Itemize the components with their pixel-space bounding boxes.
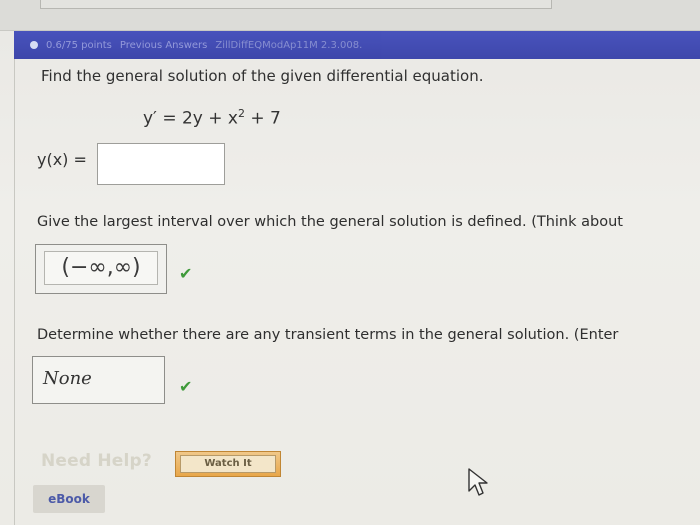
transient-answer-box[interactable]: None — [32, 356, 165, 404]
question-title: Find the general solution of the given d… — [41, 67, 484, 85]
previous-answers-link[interactable]: Previous Answers — [120, 40, 207, 51]
equation-exponent: 2 — [237, 107, 245, 120]
equation-lhs: y′ = 2y + x — [143, 108, 238, 129]
transient-answer-value: None — [43, 368, 92, 389]
top-panel-edge — [40, 0, 552, 9]
equation-rhs: + 7 — [244, 108, 281, 129]
question-bullet-icon — [30, 41, 38, 49]
differential-equation: y′ = 2y + x2 + 7 — [143, 107, 281, 129]
question-content: Find the general solution of the given d… — [14, 59, 700, 525]
need-help-label: Need Help? — [41, 451, 152, 471]
interval-answer-value: (−∞,∞) — [44, 251, 158, 285]
points-text: 0.6/75 points — [46, 39, 112, 51]
check-icon: ✔ — [179, 377, 193, 396]
question-header-bar: 0.6/75 points Previous Answers ZillDiffE… — [14, 31, 700, 59]
top-strip — [0, 0, 700, 31]
check-icon: ✔ — [179, 264, 193, 283]
interval-answer-box[interactable]: (−∞,∞) — [35, 244, 167, 294]
mouse-cursor-icon — [468, 468, 488, 496]
interval-prompt: Give the largest interval over which the… — [37, 214, 623, 230]
watch-it-button[interactable]: Watch It — [175, 451, 281, 477]
general-solution-input[interactable] — [97, 143, 225, 185]
answer-label: y(x) = — [37, 150, 87, 169]
problem-code: ZillDiffEQModAp11M 2.3.008. — [215, 39, 363, 51]
transient-prompt: Determine whether there are any transien… — [37, 327, 619, 343]
watch-it-label: Watch It — [180, 455, 276, 473]
ebook-button[interactable]: eBook — [33, 485, 105, 513]
